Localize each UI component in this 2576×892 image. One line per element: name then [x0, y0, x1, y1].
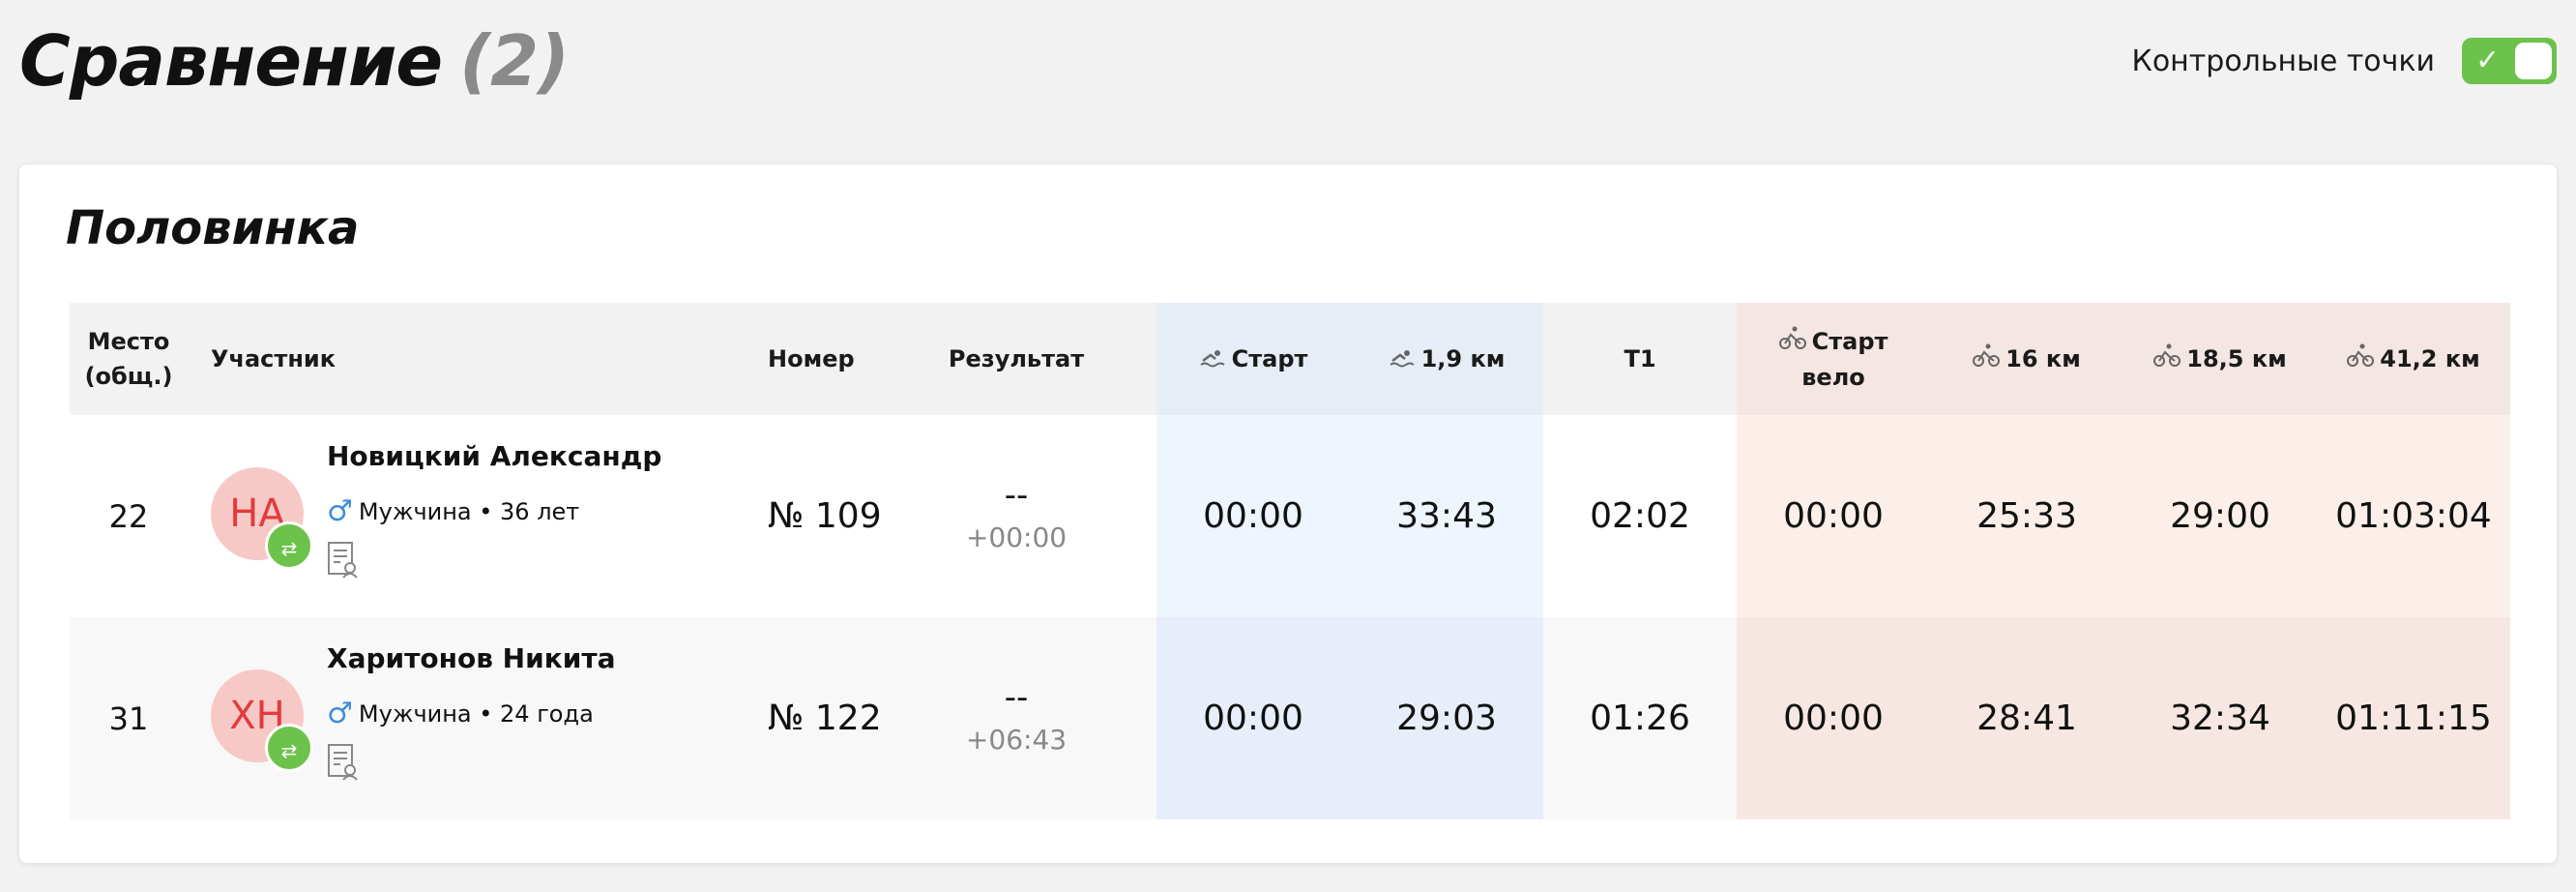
- result-cell: -- +00:00: [915, 415, 1156, 617]
- t1-cell: 02:02: [1543, 415, 1737, 617]
- header-result: Результат: [915, 303, 1156, 415]
- page-title-text: Сравнение: [19, 20, 443, 102]
- participant-cell: ХН ⇄ Харитонов Никита ♂ Мужчина • 24 год…: [188, 617, 721, 819]
- table-header-row: Место (общ.) Участник Номер Результат Ст…: [70, 303, 2510, 415]
- header-participant: Участник: [188, 303, 721, 415]
- header-swim-start: Старт: [1156, 303, 1350, 415]
- header-number: Номер: [721, 303, 915, 415]
- bike-start-cell: 00:00: [1737, 617, 1930, 819]
- result-gap: +06:43: [965, 723, 1068, 756]
- swim-start-cell: 00:00: [1156, 415, 1350, 617]
- bike-18-5-cell: 32:34: [2123, 617, 2317, 819]
- bike-icon: [2153, 342, 2181, 377]
- compare-icon[interactable]: ⇄: [265, 724, 313, 772]
- checkpoints-toggle-label: Контрольные точки: [2131, 44, 2435, 78]
- bike-41-2-cell: 01:11:15: [2317, 617, 2510, 819]
- participant-cell: НА ⇄ Новицкий Александр ♂ Мужчина • 36 л…: [188, 415, 721, 617]
- header-bike-start: Старт вело: [1737, 303, 1930, 415]
- number-cell: № 122: [721, 617, 915, 819]
- participant-info-text: Мужчина • 24 года: [358, 699, 594, 728]
- swim-1-9-cell: 33:43: [1350, 415, 1543, 617]
- race-title: Половинка: [66, 201, 360, 255]
- swim-1-9-cell: 29:03: [1350, 617, 1543, 819]
- swim-icon: [1199, 342, 1226, 377]
- table-row[interactable]: 22 НА ⇄ Новицкий Александр ♂ Мужчина • 3…: [70, 415, 2510, 617]
- bike-41-2-cell: 01:03:04: [2317, 415, 2510, 617]
- swim-1-9-label: 1,9 км: [1420, 344, 1506, 372]
- t1-cell: 01:26: [1543, 617, 1737, 819]
- bike-icon: [2347, 342, 2375, 377]
- page-title: Сравнение (2): [19, 17, 570, 104]
- participant-name[interactable]: Новицкий Александр: [327, 440, 661, 472]
- result-cell: -- +06:43: [915, 617, 1156, 819]
- participant-info-text: Мужчина • 36 лет: [358, 497, 580, 525]
- header-bike-41-2: 41,2 км: [2317, 303, 2510, 415]
- header-bike-16: 16 км: [1930, 303, 2123, 415]
- participant-block: ХН ⇄ Харитонов Никита ♂ Мужчина • 24 год…: [211, 617, 721, 819]
- participant-name[interactable]: Харитонов Никита: [327, 642, 615, 674]
- checkpoints-toggle-group: Контрольные точки ✓: [2132, 37, 2557, 85]
- swim-start-cell: 00:00: [1156, 617, 1350, 819]
- certificate-icon[interactable]: [327, 743, 360, 782]
- bike-16-cell: 28:41: [1930, 617, 2123, 819]
- participant-info: ♂ Мужчина • 36 лет: [327, 494, 579, 528]
- bike-18-5-cell: 29:00: [2123, 415, 2317, 617]
- bike-18-5-label: 18,5 км: [2186, 344, 2287, 372]
- check-icon: ✓: [2475, 44, 2501, 77]
- bike-41-2-label: 41,2 км: [2380, 344, 2480, 372]
- compare-icon[interactable]: ⇄: [265, 521, 313, 570]
- bike-16-label: 16 км: [2005, 344, 2081, 372]
- place-cell: 22: [70, 415, 188, 617]
- comparison-count: (2): [459, 20, 570, 102]
- bike-start-cell: 00:00: [1737, 415, 1930, 617]
- male-icon: ♂: [327, 697, 353, 730]
- bike-icon: [1973, 342, 2001, 377]
- certificate-icon[interactable]: [327, 541, 360, 580]
- result-value: --: [1004, 475, 1029, 515]
- checkpoints-toggle[interactable]: ✓: [2462, 38, 2557, 84]
- header-place: Место (общ.): [70, 303, 188, 415]
- result-value: --: [1004, 677, 1029, 717]
- participant-block: НА ⇄ Новицкий Александр ♂ Мужчина • 36 л…: [211, 415, 721, 617]
- bike-start-label: Старт вело: [1801, 327, 1888, 391]
- header-bike-18-5: 18,5 км: [2123, 303, 2317, 415]
- result-gap: +00:00: [965, 520, 1068, 553]
- toggle-knob: [2515, 43, 2552, 79]
- swim-icon: [1389, 342, 1416, 377]
- place-cell: 31: [70, 617, 188, 819]
- table-row[interactable]: 31 ХН ⇄ Харитонов Никита ♂ Мужчина • 24 …: [70, 617, 2510, 819]
- header-swim-1-9: 1,9 км: [1350, 303, 1543, 415]
- page-header: Сравнение (2) Контрольные точки ✓: [19, 17, 2557, 104]
- bike-16-cell: 25:33: [1930, 415, 2123, 617]
- header-t1: T1: [1543, 303, 1737, 415]
- number-cell: № 109: [721, 415, 915, 617]
- participant-info: ♂ Мужчина • 24 года: [327, 697, 594, 730]
- comparison-table: Место (общ.) Участник Номер Результат Ст…: [70, 303, 2510, 819]
- swim-start-label: Старт: [1231, 344, 1308, 372]
- male-icon: ♂: [327, 494, 353, 528]
- results-card: Половинка Место (общ.) Участник Номер Ре…: [19, 164, 2557, 863]
- bike-icon: [1778, 325, 1806, 360]
